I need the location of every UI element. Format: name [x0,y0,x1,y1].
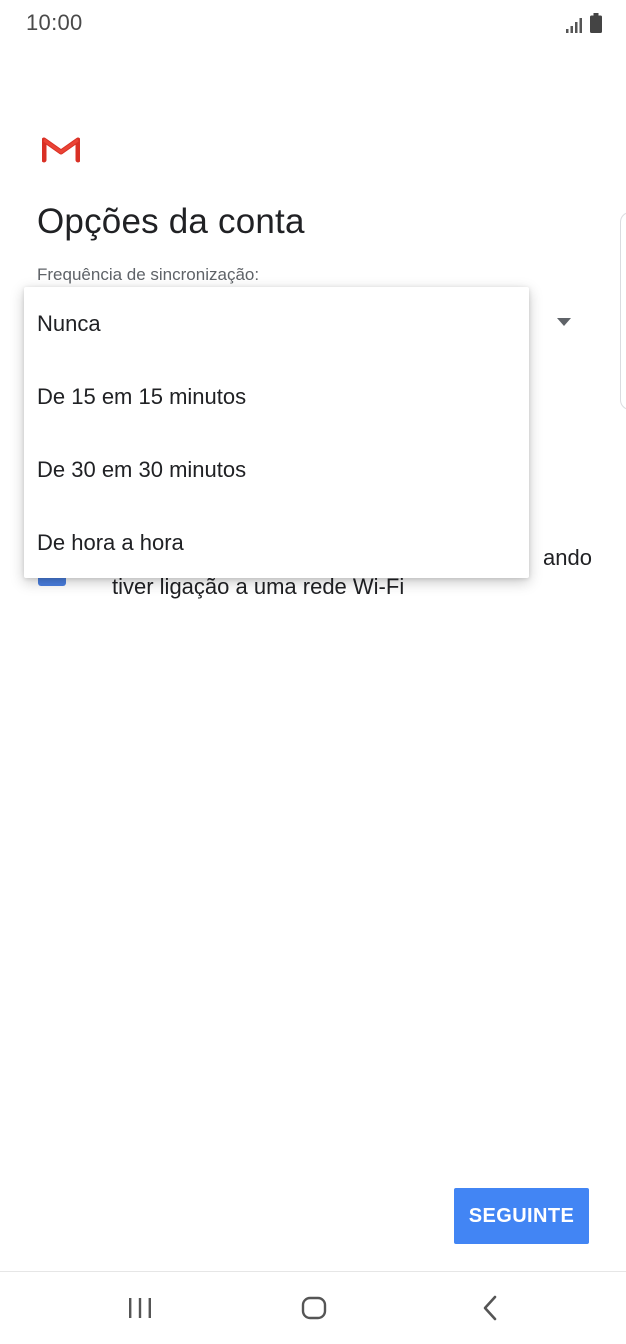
dropdown-arrow-icon[interactable] [557,318,571,326]
status-bar: 10:00 [0,0,626,48]
home-icon[interactable] [301,1296,327,1320]
back-icon[interactable] [480,1294,500,1322]
page-title: Opções da conta [37,202,305,241]
navigation-bar [0,1271,626,1344]
side-panel-edge [620,212,626,410]
sync-frequency-dropdown-menu: Nunca De 15 em 15 minutos De 30 em 30 mi… [24,287,529,578]
next-button[interactable]: SEGUINTE [454,1188,589,1244]
dropdown-option-15-minutes[interactable]: De 15 em 15 minutos [24,360,529,433]
sync-frequency-label: Frequência de sincronização: [37,265,260,284]
dropdown-option-never[interactable]: Nunca [24,287,529,360]
signal-icon [566,18,582,33]
status-time: 10:00 [26,10,83,35]
gmail-logo [42,137,80,163]
recents-icon[interactable] [126,1296,154,1320]
dropdown-option-30-minutes[interactable]: De 30 em 30 minutos [24,433,529,506]
status-icons [566,13,602,33]
dropdown-option-hourly[interactable]: De hora a hora [24,506,529,579]
battery-icon [590,13,602,33]
